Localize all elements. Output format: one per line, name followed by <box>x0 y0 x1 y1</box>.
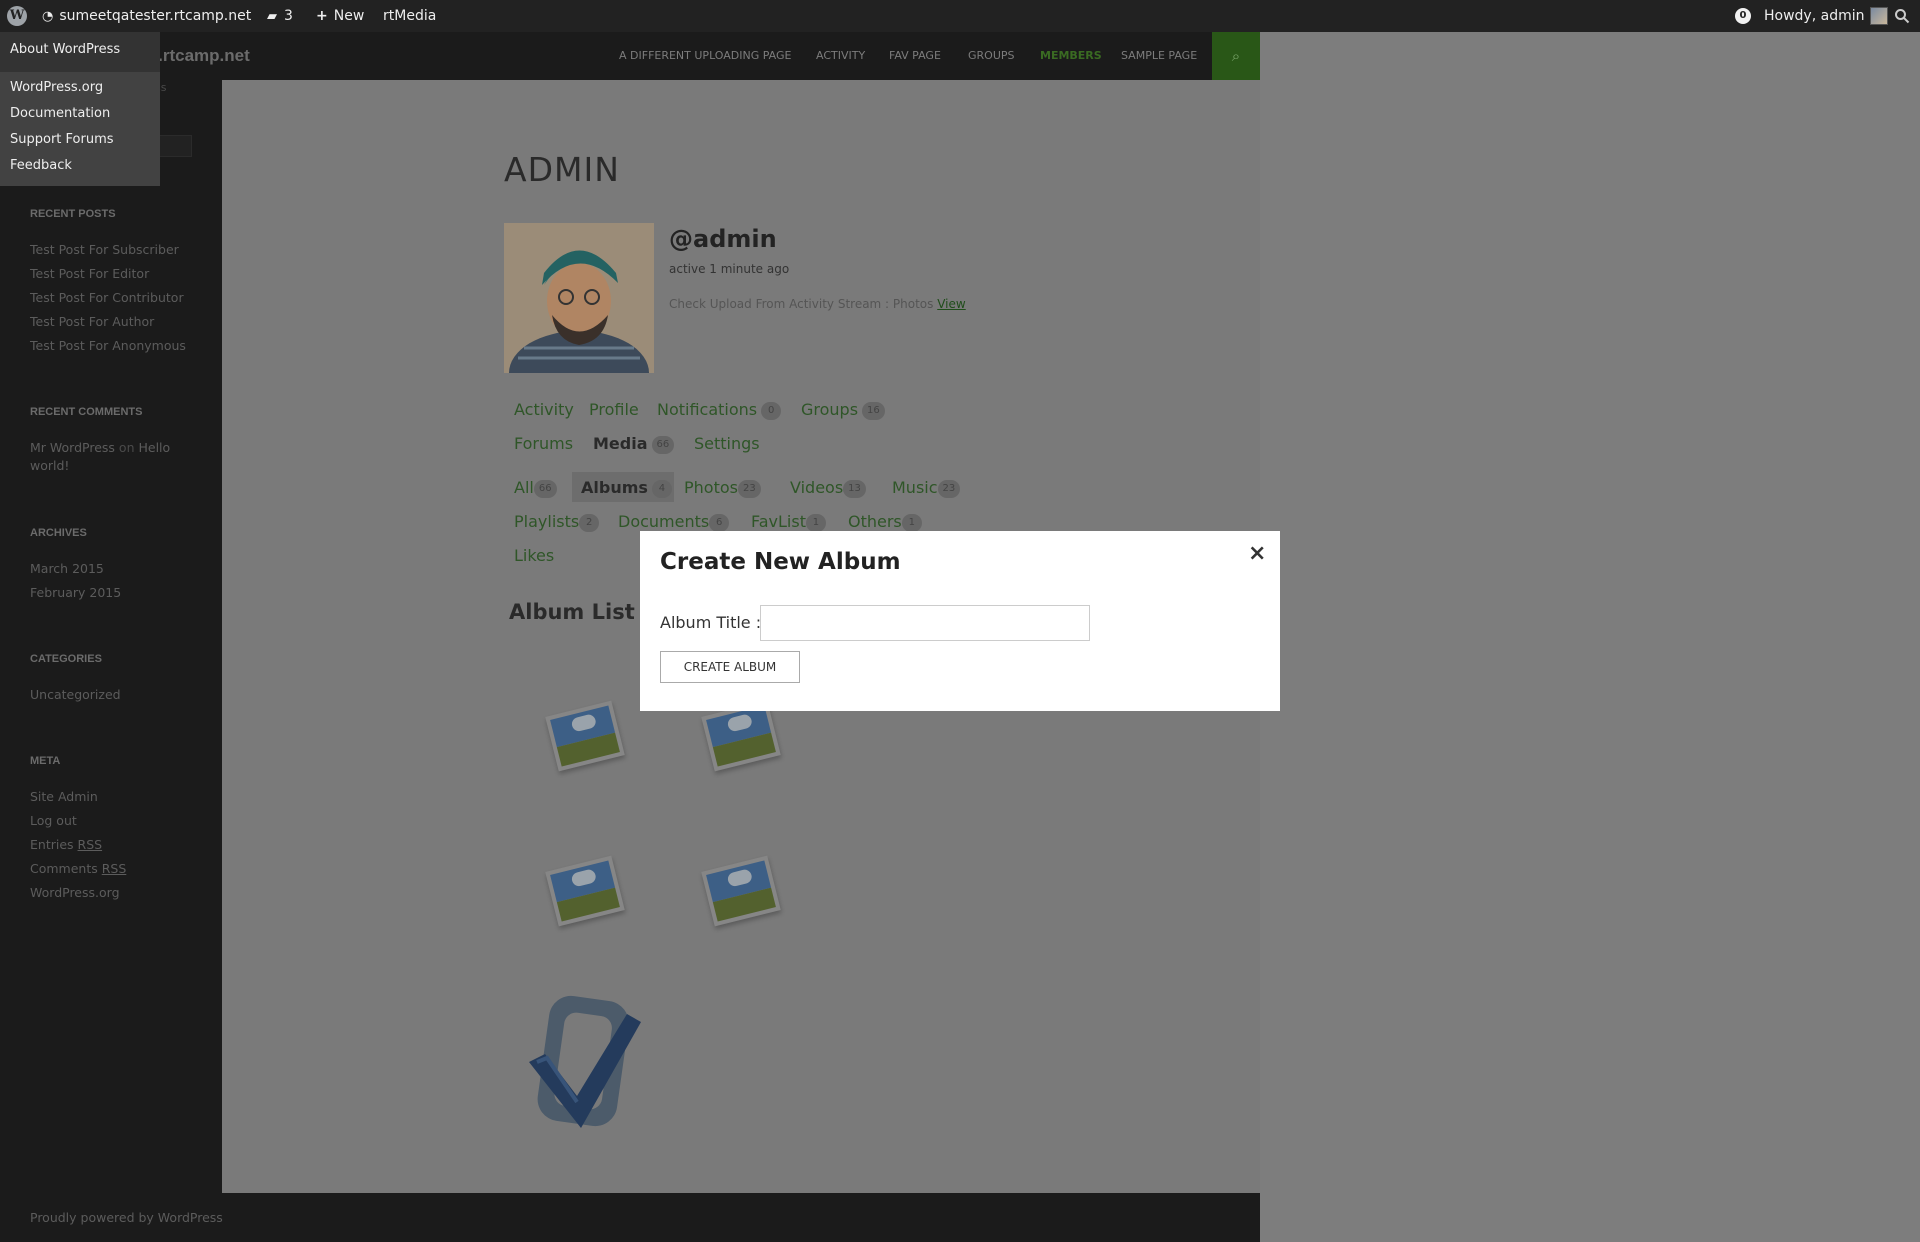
recent-posts-title: RECENT POSTS <box>30 208 116 220</box>
checkmark-icon[interactable] <box>523 992 645 1136</box>
nav-sample-page[interactable]: SAMPLE PAGE <box>1121 32 1197 80</box>
nav-activity[interactable]: ACTIVITY <box>816 32 865 80</box>
subtab-documents[interactable]: Documents 6 <box>618 512 730 532</box>
page-title: ADMIN <box>504 150 620 189</box>
subtab-likes[interactable]: Likes <box>514 546 554 565</box>
menu-item-wordpress-org[interactable]: WordPress.org <box>10 80 103 95</box>
recent-post-link[interactable]: Test Post For Editor <box>30 266 149 281</box>
dialog-title: Create New Album <box>660 549 901 575</box>
site-admin-link[interactable]: Site Admin <box>30 789 98 804</box>
subtab-others[interactable]: Others 1 <box>848 512 922 532</box>
nav-groups[interactable]: GROUPS <box>968 32 1015 80</box>
notification-count-badge: 0 <box>1735 8 1751 24</box>
album-list-heading: Album List <box>509 600 635 624</box>
subtab-playlists[interactable]: Playlists 2 <box>514 512 600 532</box>
profile-username: @admin <box>669 225 777 253</box>
subtab-albums[interactable]: Albums 4 <box>581 478 672 498</box>
nav-a-different-uploading-page[interactable]: A DIFFERENT UPLOADING PAGE <box>619 32 792 80</box>
tab-forums[interactable]: Forums <box>514 434 573 453</box>
comments-rss-link[interactable]: Comments RSS <box>30 861 126 876</box>
close-icon[interactable]: × <box>1248 541 1266 566</box>
wordpress-logo-icon[interactable]: W <box>4 0 30 32</box>
nav-members[interactable]: MEMBERS <box>1040 32 1102 80</box>
archives-title: ARCHIVES <box>30 527 87 539</box>
album-title-label: Album Title : <box>660 613 762 632</box>
view-activity-link[interactable]: View <box>937 297 965 311</box>
recent-post-link[interactable]: Test Post For Author <box>30 314 154 329</box>
about-wordpress-menu: About WordPress WordPress.org Documentat… <box>0 32 160 186</box>
notifications-link[interactable]: 0 <box>1735 0 1751 32</box>
comment-author-link[interactable]: Mr WordPress <box>30 440 115 455</box>
album-thumbnail[interactable] <box>545 855 625 927</box>
comment-post-link-continued[interactable]: world! <box>30 458 69 473</box>
album-thumbnail[interactable] <box>545 700 625 772</box>
profile-avatar[interactable] <box>504 223 654 373</box>
meta-title: META <box>30 755 61 767</box>
media-count-badge: 66 <box>651 435 675 454</box>
subtab-favlist[interactable]: FavList 1 <box>751 512 826 532</box>
comment-post-link[interactable]: Hello <box>138 440 170 455</box>
search-icon[interactable] <box>1894 0 1910 32</box>
categories-title: CATEGORIES <box>30 653 102 665</box>
sidebar <box>0 32 222 1193</box>
album-thumbnail[interactable] <box>701 700 781 772</box>
subtab-photos[interactable]: Photos 23 <box>684 478 761 498</box>
tab-groups[interactable]: Groups 16 <box>801 400 885 420</box>
site-name-link[interactable]: ◔ sumeetqatester.rtcamp.net <box>42 0 251 32</box>
recent-post-link[interactable]: Test Post For Anonymous <box>30 338 186 353</box>
menu-item-support-forums[interactable]: Support Forums <box>10 132 114 147</box>
recent-comments-title: RECENT COMMENTS <box>30 406 143 418</box>
album-title-input[interactable] <box>760 605 1090 641</box>
latest-activity: Check Upload From Activity Stream : Phot… <box>669 297 966 311</box>
comments-link[interactable]: ▰ 3 <box>267 0 293 32</box>
tab-settings[interactable]: Settings <box>694 434 760 453</box>
footer-credit-link[interactable]: Proudly powered by WordPress <box>30 1210 223 1225</box>
plus-icon: + <box>316 8 328 24</box>
recent-post-link[interactable]: Test Post For Subscriber <box>30 242 179 257</box>
menu-item-feedback[interactable]: Feedback <box>10 158 72 173</box>
avatar <box>1870 7 1889 25</box>
log-out-link[interactable]: Log out <box>30 813 77 828</box>
dashboard-icon: ◔ <box>42 9 54 24</box>
nav-fav-page[interactable]: FAV PAGE <box>889 32 941 80</box>
tab-notifications[interactable]: Notifications 0 <box>657 400 782 420</box>
last-active-text: active 1 minute ago <box>669 262 790 276</box>
subtab-music[interactable]: Music 23 <box>892 478 961 498</box>
subtab-all[interactable]: All 66 <box>514 478 557 498</box>
entries-rss-link[interactable]: Entries RSS <box>30 837 102 852</box>
menu-item-documentation[interactable]: Documentation <box>10 106 110 121</box>
comment-on-text: on <box>118 440 135 455</box>
recent-comment-entry: Mr WordPress on Hello <box>30 440 170 455</box>
create-album-dialog: Create New Album × Album Title : CREATE … <box>640 531 1280 711</box>
tab-profile[interactable]: Profile <box>589 400 639 419</box>
archive-link[interactable]: March 2015 <box>30 561 104 576</box>
recent-post-link[interactable]: Test Post For Contributor <box>30 290 184 305</box>
tab-activity[interactable]: Activity <box>514 400 574 419</box>
archive-link[interactable]: February 2015 <box>30 585 121 600</box>
page-background <box>1260 32 1920 1242</box>
rtmedia-link[interactable]: rtMedia <box>383 0 436 32</box>
category-link[interactable]: Uncategorized <box>30 687 121 702</box>
create-album-button[interactable]: CREATE ALBUM <box>660 651 800 683</box>
menu-item-about-wordpress[interactable]: About WordPress <box>10 42 120 57</box>
my-account-link[interactable]: Howdy, admin <box>1764 0 1889 32</box>
search-toggle-icon[interactable]: ⌕ <box>1212 32 1260 80</box>
subtab-videos[interactable]: Videos 13 <box>790 478 866 498</box>
admin-bar: W ◔ sumeetqatester.rtcamp.net ▰ 3 + New rtM… <box>0 0 1920 32</box>
new-content-link[interactable]: + New <box>316 0 364 32</box>
album-thumbnail[interactable] <box>701 855 781 927</box>
comment-bubble-icon: ▰ <box>267 9 277 24</box>
tab-media[interactable]: Media 66 <box>593 434 675 454</box>
wordpress-org-link[interactable]: WordPress.org <box>30 885 120 900</box>
notifications-count-badge: 0 <box>761 401 782 420</box>
groups-count-badge: 16 <box>862 401 885 420</box>
